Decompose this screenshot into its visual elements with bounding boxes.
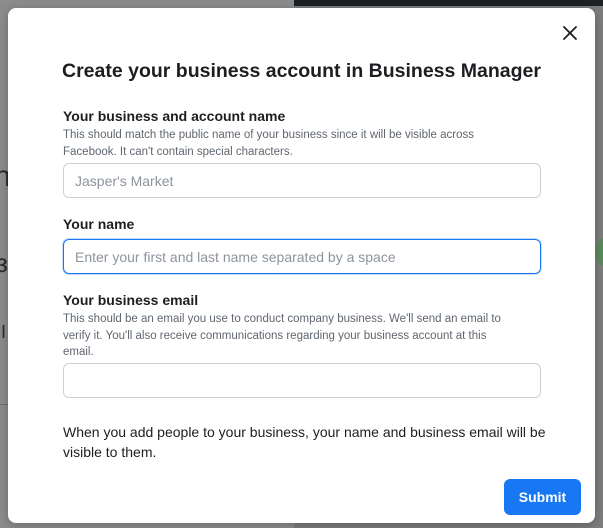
background-glyph: з <box>0 248 8 278</box>
submit-button[interactable]: Submit <box>504 479 581 515</box>
business-name-label: Your business and account name <box>63 108 286 124</box>
visibility-notice: When you add people to your business, yo… <box>63 424 546 460</box>
close-icon <box>563 26 577 40</box>
business-name-input[interactable] <box>63 163 541 198</box>
your-name-input[interactable] <box>63 239 541 274</box>
business-email-input[interactable] <box>63 363 541 398</box>
dialog-title: Create your business account in Business… <box>62 60 541 82</box>
close-button[interactable] <box>558 21 582 45</box>
your-name-label: Your name <box>63 216 135 232</box>
background-divider <box>0 404 8 405</box>
business-email-help: This should be an email you use to condu… <box>63 313 501 358</box>
background-glyph: I <box>1 322 7 342</box>
business-email-label: Your business email <box>63 292 199 308</box>
background-status-dot <box>596 238 603 266</box>
create-business-dialog: Create your business account in Business… <box>8 8 595 523</box>
business-name-help: This should match the public name of you… <box>63 129 474 158</box>
